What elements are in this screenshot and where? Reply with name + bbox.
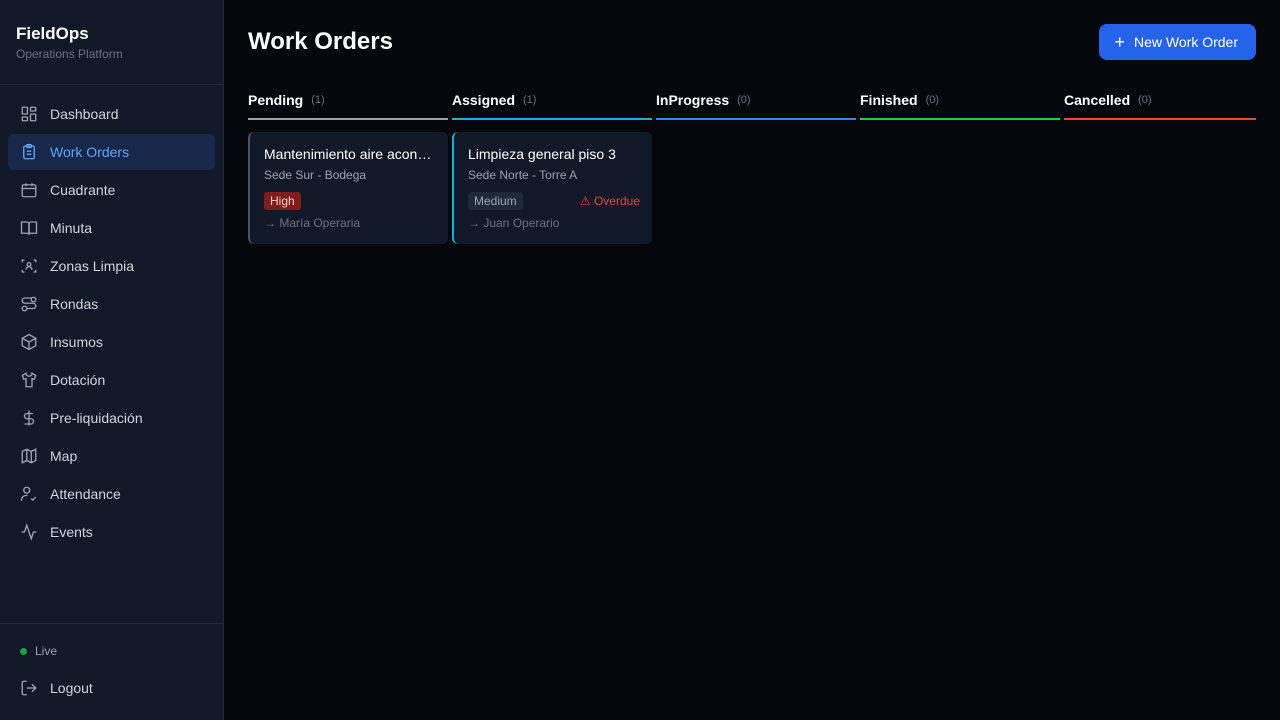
logout-label: Logout	[50, 680, 93, 696]
sidebar-item-insumos[interactable]: Insumos	[8, 324, 215, 360]
calendar-icon	[20, 181, 38, 199]
column-title: Pending	[248, 92, 304, 108]
column-title: Assigned	[452, 92, 516, 108]
sidebar-item-label: Rondas	[50, 296, 99, 312]
card-title: Mantenimiento aire acondicionado	[264, 146, 436, 162]
sidebar-item-label: Attendance	[50, 486, 121, 502]
sidebar-item-cuadrante[interactable]: Cuadrante	[8, 172, 215, 208]
sidebar-item-pre-liquidacion[interactable]: Pre-liquidación	[8, 400, 215, 436]
sidebar-item-label: Dashboard	[50, 106, 119, 122]
box-icon	[20, 333, 38, 351]
card-meta: High	[264, 192, 436, 210]
logout-button[interactable]: Logout	[20, 678, 223, 698]
column-header: Assigned (1)	[452, 86, 652, 118]
overdue-warning: ⚠ Overdue	[579, 194, 640, 208]
sidebar-item-label: Cuadrante	[50, 182, 116, 198]
card-location: Sede Sur - Bodega	[264, 168, 367, 182]
kanban-board: Pending (1) Mantenimiento aire acondicio…	[248, 86, 1256, 286]
column-divider	[452, 118, 652, 120]
dollar-icon	[20, 409, 38, 427]
logout-icon	[20, 679, 38, 697]
column-count: (1)	[523, 94, 537, 106]
column-title: Finished	[860, 92, 918, 108]
sidebar-item-events[interactable]: Events	[8, 514, 215, 550]
plus-icon: +	[1114, 32, 1126, 52]
sidebar-item-dotacion[interactable]: Dotación	[8, 362, 215, 398]
map-icon	[20, 447, 38, 465]
column-assigned: Assigned (1) Limpieza general piso 3 Sed…	[452, 86, 652, 244]
sidebar-item-label: Events	[50, 524, 93, 540]
priority-badge: Medium	[468, 192, 523, 210]
live-status: Live	[20, 644, 223, 658]
page-title: Work Orders	[248, 28, 393, 55]
column-header: InProgress (0)	[656, 86, 856, 118]
sidebar: FieldOps Operations Platform Dashboard W…	[0, 0, 224, 720]
sidebar-item-label: Work Orders	[50, 144, 130, 160]
sidebar-footer: Live Logout	[0, 623, 223, 720]
brand-subtitle: Operations Platform	[16, 47, 123, 61]
brand-title: FieldOps	[16, 24, 89, 43]
card-assignee: → María Operaria	[264, 216, 361, 230]
work-order-card[interactable]: Limpieza general piso 3 Sede Norte - Tor…	[452, 132, 652, 244]
scan-icon	[20, 257, 38, 275]
main-content: Work Orders + New Work Order Pending (1)…	[224, 0, 1280, 720]
live-label: Live	[35, 644, 58, 658]
column-count: (0)	[925, 94, 940, 106]
sidebar-item-label: Map	[50, 448, 78, 464]
column-count: (1)	[311, 94, 325, 106]
column-header: Pending (1)	[248, 86, 448, 118]
user-check-icon	[20, 485, 38, 503]
sidebar-item-minuta[interactable]: Minuta	[8, 210, 215, 246]
new-work-order-button[interactable]: + New Work Order	[1098, 24, 1256, 60]
work-order-card[interactable]: Mantenimiento aire acondicionado Sede Su…	[248, 132, 448, 244]
clipboard-icon	[20, 143, 38, 161]
column-inprogress: InProgress (0)	[656, 86, 856, 120]
column-divider	[656, 118, 856, 120]
column-divider	[860, 118, 1060, 120]
sidebar-item-rondas[interactable]: Rondas	[8, 286, 215, 322]
card-location: Sede Norte - Torre A	[468, 168, 578, 182]
card-meta: Medium ⚠ Overdue	[468, 192, 640, 210]
column-divider	[1064, 118, 1256, 120]
column-header: Finished (0)	[860, 86, 1060, 118]
column-finished: Finished (0)	[860, 86, 1060, 120]
sidebar-item-work-orders[interactable]: Work Orders	[8, 134, 215, 170]
sidebar-item-label: Pre-liquidación	[50, 410, 143, 426]
column-header: Cancelled (0)	[1064, 86, 1256, 118]
column-cancelled: Cancelled (0)	[1064, 86, 1256, 120]
activity-icon	[20, 523, 38, 541]
route-icon	[20, 295, 38, 313]
sidebar-nav: Dashboard Work Orders Cuadrante Minuta Z…	[0, 96, 223, 550]
sidebar-item-label: Zonas Limpia	[50, 258, 135, 274]
sidebar-item-label: Dotación	[50, 372, 106, 388]
column-count: (0)	[1138, 94, 1152, 106]
new-work-order-label: New Work Order	[1134, 34, 1238, 50]
column-count: (0)	[737, 94, 751, 106]
column-divider	[248, 118, 448, 120]
column-title: InProgress	[656, 92, 730, 108]
brand: FieldOps Operations Platform	[0, 0, 223, 85]
column-title: Cancelled	[1064, 92, 1131, 108]
sidebar-item-map[interactable]: Map	[8, 438, 215, 474]
priority-badge: High	[264, 192, 301, 210]
sidebar-item-label: Minuta	[50, 220, 93, 236]
sidebar-item-dashboard[interactable]: Dashboard	[8, 96, 215, 132]
shirt-icon	[20, 371, 38, 389]
dashboard-icon	[20, 105, 38, 123]
sidebar-item-zonas-limpia[interactable]: Zonas Limpia	[8, 248, 215, 284]
column-pending: Pending (1) Mantenimiento aire acondicio…	[248, 86, 448, 244]
sidebar-item-label: Insumos	[50, 334, 103, 350]
live-dot-icon	[20, 647, 27, 655]
sidebar-item-attendance[interactable]: Attendance	[8, 476, 215, 512]
card-assignee: → Juan Operario	[468, 216, 560, 230]
book-icon	[20, 219, 38, 237]
card-title: Limpieza general piso 3	[468, 146, 616, 162]
